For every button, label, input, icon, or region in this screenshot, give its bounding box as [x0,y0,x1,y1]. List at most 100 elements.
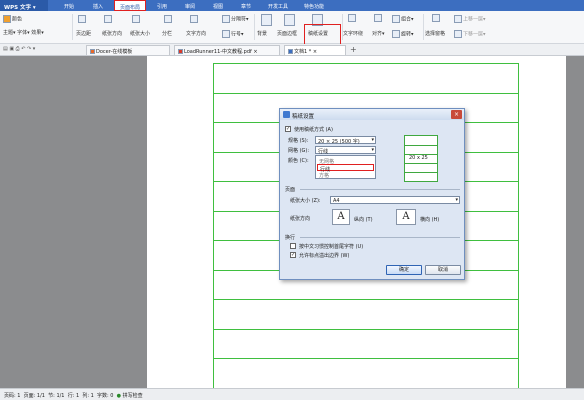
margin-button[interactable] [78,15,87,23]
size-icon-wrap[interactable] [132,15,141,23]
margin-label[interactable]: 页边距 [76,30,91,37]
paper-size-select[interactable]: A4 ▾ [330,196,460,204]
paper-size-label: 纸张大小 (Z): [290,198,321,204]
border-icon-wrap[interactable] [284,14,296,26]
size-button[interactable]: 纸张大小 [130,30,150,37]
line-number-button[interactable]: 行号▾ [222,30,244,38]
effect-button[interactable]: 效果 [31,30,41,36]
menu-insert[interactable]: 插入 [86,0,110,11]
status-spell[interactable]: 拼写检查 [123,393,143,399]
spec-value: 20 × 25 (500 字) [318,139,360,145]
theme-group[interactable]: 颜色 [3,15,22,23]
align-button[interactable]: 对齐▾ [372,30,385,37]
columns-button[interactable]: 分栏 [162,30,172,37]
tab-document1-label: 文档1 * [294,49,312,55]
doc-icon [288,49,293,54]
rotate-label: 旋转 [401,31,412,38]
landscape-label[interactable]: 横向 (H) [420,216,439,223]
background-icon-wrap[interactable] [261,14,273,26]
new-tab-button[interactable]: + [350,45,357,54]
selection-pane-icon-wrap[interactable] [432,14,441,22]
tab-close-icon[interactable]: × [313,49,317,55]
wrap-option2-checkbox[interactable]: ✓ [290,252,296,258]
columns-icon-wrap[interactable] [164,15,173,23]
grid-preview: 20 x 25 [404,135,438,182]
margin-icon [78,15,86,23]
app-menu-button[interactable]: WPS 文字 ▾ [0,0,48,11]
align-icon [374,14,382,22]
text-direction-button[interactable]: 文字方向 [186,30,206,37]
spec-select[interactable]: 20 × 25 (500 字) ▾ [315,136,376,145]
grid-right-border [518,63,519,388]
paper-size-value: A4 [333,198,340,204]
menu-developer[interactable]: 开发工具 [262,0,294,11]
send-backward-icon [454,30,462,38]
bring-forward-button[interactable]: 上移一层▾ [454,15,486,23]
page-group-title: 页面 [285,187,296,193]
theme-icon [3,15,11,23]
status-row: 行: 1 [67,393,80,399]
chevron-down-icon: ▾ [455,197,458,203]
menu-references[interactable]: 引用 [150,0,174,11]
menu-page-layout[interactable]: 页面布局 [114,0,146,11]
grid-line [213,63,519,64]
option-no-grid[interactable]: 无网格 [317,157,374,165]
menu-chapter[interactable]: 章节 [234,0,258,11]
portrait-label[interactable]: 纵向 (T) [354,216,373,223]
text-dir-icon-wrap[interactable] [190,15,199,23]
menu-special[interactable]: 特色功能 [298,0,330,11]
rotate-button[interactable]: 旋转▾ [392,30,414,38]
grid-line [213,299,519,300]
breaks-button[interactable]: 分隔符▾ [222,15,249,23]
group-icon [392,15,400,23]
page-border-button[interactable]: 页面边框 [277,30,297,37]
portrait-icon[interactable]: A [332,209,350,225]
tab-close-icon[interactable]: × [253,49,257,55]
text-wrap-button[interactable]: 文字环绕 [343,30,363,37]
theme-label: 主题 [3,30,14,36]
menu-view[interactable]: 视图 [206,0,230,11]
line-number-label: 行号 [231,31,242,38]
color-label: 颜色 (C): [288,158,309,164]
ok-button[interactable]: 确定 [386,265,422,275]
send-backward-button[interactable]: 下移一层▾ [454,30,486,38]
bring-forward-icon [454,15,462,23]
grid-options-dropdown: 无网格 行线 方格 [315,155,376,179]
spell-check-icon[interactable]: ● [117,393,121,399]
tab-pdf-label: LoadRunner11-中文教程.pdf [184,49,252,55]
option-square[interactable]: 方格 [317,171,374,179]
orientation-icon-wrap[interactable] [104,15,113,23]
orientation-button[interactable]: 纸张方向 [102,30,122,37]
landscape-icon[interactable]: A [396,209,416,225]
tab-document1[interactable]: 文档1 * × [284,45,346,55]
selection-pane-button[interactable]: 选择窗格 [425,30,445,37]
cancel-button[interactable]: 取消 [425,265,461,275]
font-button[interactable]: 字体 [17,30,27,36]
tab-docer[interactable]: Docer-在线模板 [86,45,170,55]
color-button[interactable]: 颜色 [12,17,22,23]
menu-review[interactable]: 审阅 [178,0,202,11]
theme-button[interactable]: 主题▾ 字体▾ 效果▾ [3,29,44,36]
grid-line [213,329,519,330]
wrap-option1-checkbox[interactable] [290,243,296,249]
use-grid-checkbox[interactable]: ✓ [285,126,291,132]
ribbon: 颜色 主题▾ 字体▾ 效果▾ 页边距 纸张方向 纸张大小 分栏 文字方向 分隔符… [0,11,584,51]
grid-select[interactable]: 行线 ▾ [315,146,376,155]
close-icon[interactable]: × [451,110,462,119]
grid-settings-dialog: 稿纸设置 × ✓ 使用稿纸方式 (A) 规格 (S): 20 × 25 (500… [279,108,465,280]
wrap-group-title: 换行 [285,235,296,241]
rotate-icon [392,30,400,38]
option-line[interactable]: 行线 [317,164,374,173]
tab-pdf[interactable]: LoadRunner11-中文教程.pdf × [174,45,280,55]
spec-label: 规格 (S): [288,138,309,144]
align-icon-wrap[interactable] [374,14,383,22]
wrap-icon-wrap[interactable] [348,14,357,22]
line-number-icon [222,30,230,38]
group-label: 组合 [401,16,412,23]
grid-line [213,358,519,359]
background-icon [261,14,272,26]
menu-home[interactable]: 开始 [56,0,82,11]
background-button[interactable]: 背景 [257,30,267,37]
quick-access-toolbar[interactable]: ▤ ▣ ⎙ ↶ ↷ ▾ [3,46,35,52]
group-button[interactable]: 组合▾ [392,15,414,23]
